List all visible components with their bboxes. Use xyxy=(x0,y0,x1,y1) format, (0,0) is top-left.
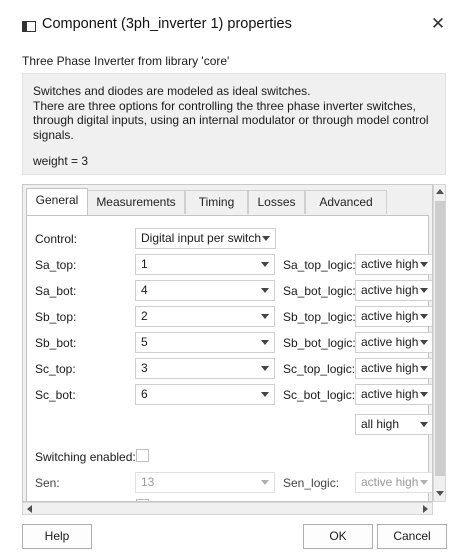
tab-general[interactable]: General xyxy=(26,188,88,216)
sb-top-logic-label: Sb_top_logic: xyxy=(283,310,356,324)
sc-bot-logic-value: active high xyxy=(361,387,419,401)
sa-bot-value: 4 xyxy=(141,283,148,297)
ok-button[interactable]: OK xyxy=(303,524,373,549)
sc-bot-logic-select[interactable]: active high xyxy=(355,384,432,405)
chevron-down-icon xyxy=(261,366,269,371)
sa-top-label: Sa_top: xyxy=(35,258,77,272)
sc-bot-label: Sc_bot: xyxy=(35,388,76,402)
sc-top-label: Sc_top: xyxy=(35,362,76,376)
cancel-button[interactable]: Cancel xyxy=(377,524,447,549)
sa-top-logic-value: active high xyxy=(361,257,419,271)
chevron-down-icon xyxy=(261,340,269,345)
close-icon: ✕ xyxy=(430,14,446,33)
sa-bot-label: Sa_bot: xyxy=(35,284,77,298)
sb-bot-select[interactable]: 5 xyxy=(135,332,275,353)
sa-bot-select[interactable]: 4 xyxy=(135,280,275,301)
sc-top-select[interactable]: 3 xyxy=(135,358,275,379)
sb-top-value: 2 xyxy=(141,309,148,323)
sc-top-logic-label: Sc_top_logic: xyxy=(283,362,356,376)
sb-top-logic-select[interactable]: active high xyxy=(355,306,432,327)
scroll-down-icon[interactable] xyxy=(436,491,444,496)
sa-bot-logic-label: Sa_bot_logic: xyxy=(283,284,356,298)
description-line: There are three options for controlling … xyxy=(33,98,416,113)
sa-top-value: 1 xyxy=(141,257,148,271)
all-logic-select[interactable]: all high xyxy=(355,414,432,435)
weight-text: weight = 3 xyxy=(33,154,89,168)
general-tab-content: Control: Digital input per switch Sa_top… xyxy=(26,215,432,501)
description-line: through digital inputs, using an interna… xyxy=(33,113,429,127)
switching-enabled-label: Switching enabled: xyxy=(35,450,136,464)
vertical-scrollbar[interactable] xyxy=(433,184,446,502)
chevron-down-icon xyxy=(262,236,270,241)
scroll-thumb[interactable] xyxy=(435,201,445,476)
chevron-down-icon xyxy=(261,314,269,319)
chevron-down-icon xyxy=(420,392,428,397)
title-bar: Component (3ph_inverter 1) properties ✕ xyxy=(0,0,450,50)
sa-top-logic-label: Sa_top_logic: xyxy=(283,258,356,272)
help-button[interactable]: Help xyxy=(22,524,92,549)
sc-top-logic-select[interactable]: active high xyxy=(355,358,432,379)
scroll-up-icon[interactable] xyxy=(436,189,444,194)
sen-logic-label: Sen_logic: xyxy=(283,476,340,490)
sc-bot-value: 6 xyxy=(141,387,148,401)
window-icon xyxy=(22,21,36,32)
sc-top-value: 3 xyxy=(141,361,148,375)
sen-logic-select[interactable]: active high xyxy=(355,472,432,493)
chevron-down-icon xyxy=(420,314,428,319)
tab-panel: Measurements Timing Losses Advanced Gene… xyxy=(22,184,433,502)
sb-bot-label: Sb_bot: xyxy=(35,336,77,350)
chevron-down-icon xyxy=(420,480,428,485)
all-logic-value: all high xyxy=(361,417,400,431)
switching-enabled-checkbox[interactable] xyxy=(136,449,149,462)
tab-measurements[interactable]: Measurements xyxy=(87,190,185,214)
tab-bar: Measurements Timing Losses Advanced Gene… xyxy=(23,185,432,217)
scroll-left-icon[interactable] xyxy=(27,505,32,513)
description-line: signals. xyxy=(33,127,74,142)
sen-label: Sen: xyxy=(35,476,60,490)
sb-top-label: Sb_top: xyxy=(35,310,77,324)
chevron-down-icon xyxy=(420,262,428,267)
horizontal-scrollbar[interactable] xyxy=(22,502,433,515)
chevron-down-icon xyxy=(261,392,269,397)
tab-timing[interactable]: Timing xyxy=(185,190,248,214)
sa-bot-logic-value: active high xyxy=(361,283,419,297)
sc-bot-select[interactable]: 6 xyxy=(135,384,275,405)
description-box: Switches and diodes are modeled as ideal… xyxy=(22,73,446,175)
chevron-down-icon xyxy=(261,262,269,267)
window-title: Component (3ph_inverter 1) properties xyxy=(42,16,292,32)
sb-bot-logic-select[interactable]: active high xyxy=(355,332,432,353)
sen-logic-value: active high xyxy=(361,475,419,489)
chevron-down-icon xyxy=(420,340,428,345)
sc-bot-logic-label: Sc_bot_logic: xyxy=(283,388,356,402)
sa-bot-logic-select[interactable]: active high xyxy=(355,280,432,301)
sen-select[interactable]: 13 xyxy=(135,472,275,493)
sa-top-logic-select[interactable]: active high xyxy=(355,254,432,275)
sb-top-select[interactable]: 2 xyxy=(135,306,275,327)
chevron-down-icon xyxy=(261,288,269,293)
component-subtitle: Three Phase Inverter from library 'core' xyxy=(22,54,230,68)
sb-bot-logic-value: active high xyxy=(361,335,419,349)
chevron-down-icon xyxy=(261,480,269,485)
tab-advanced[interactable]: Advanced xyxy=(305,190,387,214)
sb-top-logic-value: active high xyxy=(361,309,419,323)
scroll-right-icon[interactable] xyxy=(423,505,428,513)
chevron-down-icon xyxy=(420,366,428,371)
control-select[interactable]: Digital input per switch xyxy=(135,228,276,249)
sc-top-logic-value: active high xyxy=(361,361,419,375)
sb-bot-value: 5 xyxy=(141,335,148,349)
control-value: Digital input per switch xyxy=(141,231,262,245)
sen-value: 13 xyxy=(141,475,155,489)
chevron-down-icon xyxy=(420,422,428,427)
close-button[interactable]: ✕ xyxy=(430,15,446,33)
tab-losses[interactable]: Losses xyxy=(248,190,305,214)
sb-bot-logic-label: Sb_bot_logic: xyxy=(283,336,356,350)
sa-top-select[interactable]: 1 xyxy=(135,254,275,275)
chevron-down-icon xyxy=(420,288,428,293)
control-label: Control: xyxy=(35,232,78,246)
description-line: Switches and diodes are modeled as ideal… xyxy=(33,84,311,98)
